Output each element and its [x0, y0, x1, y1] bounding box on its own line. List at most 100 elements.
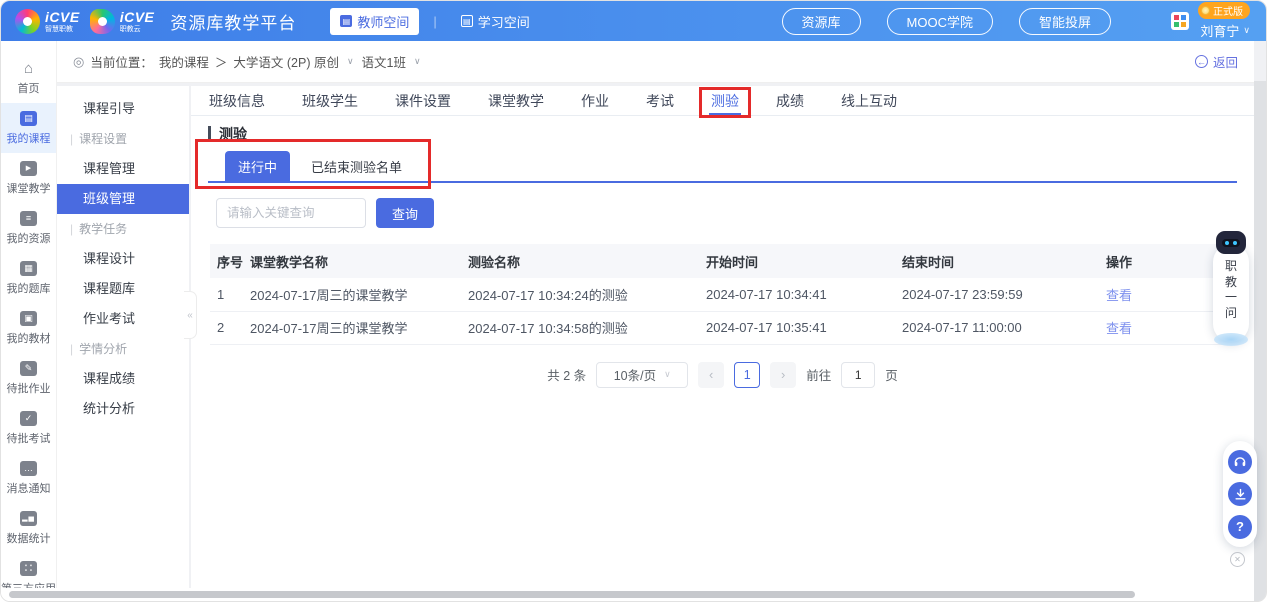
rail-item-label: 课堂教学 [7, 180, 51, 196]
chevron-down-icon: ∨ [664, 369, 671, 380]
nav-teacher-space[interactable]: ▤ 教师空间 [330, 8, 419, 35]
tab-class-info[interactable]: 班级信息 [209, 86, 265, 115]
close-widget-button[interactable] [1230, 552, 1245, 567]
search-input[interactable] [216, 198, 366, 228]
nav-student-space[interactable]: ▤ 学习空间 [451, 8, 540, 35]
table-row: 2 2024-07-17周三的课堂教学 2024-07-17 10:34:58的… [210, 311, 1239, 344]
breadcrumb-course-select[interactable]: 大学语文 (2P) 原创 [233, 52, 339, 71]
serial-cell: 2 [210, 311, 250, 344]
logo-title: iCVE [120, 10, 155, 24]
menu-item-course-design[interactable]: 课程设计 [57, 244, 189, 274]
rail-item-classroom-teaching[interactable]: 课堂教学 [1, 153, 56, 203]
tab-quiz[interactable]: 测验 [711, 86, 739, 115]
rail-item-label: 我的资源 [7, 230, 51, 246]
tab-exam[interactable]: 考试 [646, 86, 674, 115]
menu-item-homework-exam[interactable]: 作业考试 [57, 304, 189, 334]
customer-service-button[interactable] [1228, 450, 1252, 474]
view-link[interactable]: 查看 [1106, 321, 1132, 336]
breadcrumb-class-select[interactable]: 语文1班 [362, 52, 406, 71]
tab-classroom-teaching[interactable]: 课堂教学 [488, 86, 544, 115]
tab-courseware-settings[interactable]: 课件设置 [395, 86, 451, 115]
home-icon [24, 61, 33, 76]
next-page-button[interactable] [770, 362, 796, 388]
goto-label: 前往 [806, 365, 831, 384]
view-link[interactable]: 查看 [1106, 288, 1132, 303]
classroom-teaching-icon [20, 161, 37, 176]
assistant-widget[interactable]: 职教一问 [1213, 244, 1249, 342]
pending-exams-icon [20, 411, 37, 426]
end-time-cell: 2024-07-17 23:59:59 [902, 278, 1106, 311]
help-button[interactable]: ? [1228, 515, 1252, 539]
rail-item-label: 待批考试 [7, 430, 51, 446]
tab-homework[interactable]: 作业 [581, 86, 609, 115]
robot-icon [1216, 231, 1246, 254]
menu-item-course-question-bank[interactable]: 课程题库 [57, 274, 189, 304]
rail-item-label: 消息通知 [7, 480, 51, 496]
icve-smart-logo[interactable]: iCVE 智慧职教 [15, 9, 80, 34]
page-size-label: 10条/页 [614, 365, 656, 384]
download-button[interactable] [1228, 482, 1252, 506]
horizontal-scrollbar-thumb[interactable] [9, 591, 1135, 598]
tab-class-students[interactable]: 班级学生 [302, 86, 358, 115]
content-area: 课程引导 课程设置 课程管理 班级管理 教学任务 课程设计 课程题库 作业考试 … [57, 86, 1254, 590]
horizontal-scrollbar [1, 588, 1254, 601]
breadcrumb-my-courses[interactable]: 我的课程 [159, 52, 209, 71]
prev-page-button[interactable] [698, 362, 724, 388]
robot-eyes-icon [1222, 239, 1240, 247]
page-size-select[interactable]: 10条/页 ∨ [596, 362, 688, 388]
table-header-row: 序号 课堂教学名称 测验名称 开始时间 结束时间 操作 [210, 244, 1239, 278]
user-info: 正式版 刘育宁 ∨ [1198, 2, 1250, 40]
icve-logo-icon [15, 9, 40, 34]
start-time-cell: 2024-07-17 10:34:41 [706, 278, 902, 311]
icve-cloud-logo[interactable]: iCVE 职教云 [90, 9, 155, 34]
chevron-down-icon: ∨ [414, 56, 421, 67]
col-end-time: 结束时间 [902, 244, 1106, 278]
current-page[interactable]: 1 [734, 362, 760, 388]
user-menu[interactable]: 刘育宁 ∨ [1200, 21, 1250, 40]
medal-icon [1201, 6, 1210, 15]
rail-item-data-statistics[interactable]: 数据统计 [1, 503, 56, 553]
rail-item-pending-homework[interactable]: 待批作业 [1, 353, 56, 403]
headset-icon [1233, 455, 1247, 469]
rail-item-notifications[interactable]: 消息通知 [1, 453, 56, 503]
top-header: iCVE 智慧职教 iCVE 职教云 资源库教学平台 ▤ 教师空间 | ▤ 学习… [1, 1, 1266, 41]
menu-item-course-guide[interactable]: 课程引导 [57, 94, 189, 124]
rail-item-my-resources[interactable]: 我的资源 [1, 203, 56, 253]
smart-casting-button[interactable]: 智能投屏 [1019, 8, 1111, 35]
subtab-in-progress[interactable]: 进行中 [225, 151, 290, 181]
resource-library-button[interactable]: 资源库 [782, 8, 861, 35]
rail-item-label: 首页 [18, 80, 40, 96]
mooc-academy-button[interactable]: MOOC学院 [887, 8, 993, 35]
menu-item-course-management[interactable]: 课程管理 [57, 154, 189, 184]
wave-decoration [1214, 333, 1248, 346]
nav-teacher-space-label: 教师空间 [357, 12, 409, 31]
chevron-down-icon: ∨ [1243, 25, 1250, 36]
rail-item-pending-exams[interactable]: 待批考试 [1, 403, 56, 453]
menu-item-class-management[interactable]: 班级管理 [57, 184, 189, 214]
search-button[interactable]: 查询 [376, 198, 434, 228]
subtab-finished-quiz-list[interactable]: 已结束测验名单 [298, 151, 415, 181]
rail-item-my-textbooks[interactable]: 我的教材 [1, 303, 56, 353]
rail-item-home[interactable]: 首页 [1, 53, 56, 103]
teacher-space-icon: ▤ [340, 15, 352, 27]
menu-item-statistical-analysis[interactable]: 统计分析 [57, 394, 189, 424]
tab-online-interaction[interactable]: 线上互动 [841, 86, 897, 115]
rail-item-label: 我的课程 [7, 130, 51, 146]
goto-page-input[interactable] [841, 362, 875, 388]
app-grid-icon[interactable] [1171, 12, 1189, 30]
rail-item-my-question-bank[interactable]: 我的题库 [1, 253, 56, 303]
page-body: 首页 我的课程 课堂教学 我的资源 我的题库 我的教材 [1, 41, 1266, 602]
serial-cell: 1 [210, 278, 250, 311]
location-icon: ◎ [73, 54, 84, 70]
header-nav: ▤ 教师空间 | ▤ 学习空间 [330, 8, 539, 35]
sidebar-collapse-handle[interactable] [184, 291, 197, 339]
back-button[interactable]: 返回 [1195, 52, 1238, 71]
floating-action-bar: ? [1223, 441, 1257, 547]
quiz-name-cell: 2024-07-17 10:34:58的测验 [468, 311, 706, 344]
tab-grades[interactable]: 成绩 [776, 86, 804, 115]
menu-section-teaching-tasks: 教学任务 [57, 214, 189, 244]
menu-item-course-grades[interactable]: 课程成绩 [57, 364, 189, 394]
course-menu-sidebar: 课程引导 课程设置 课程管理 班级管理 教学任务 课程设计 课程题库 作业考试 … [57, 86, 189, 590]
rail-item-my-courses[interactable]: 我的课程 [1, 103, 56, 153]
question-bank-icon [20, 261, 37, 276]
